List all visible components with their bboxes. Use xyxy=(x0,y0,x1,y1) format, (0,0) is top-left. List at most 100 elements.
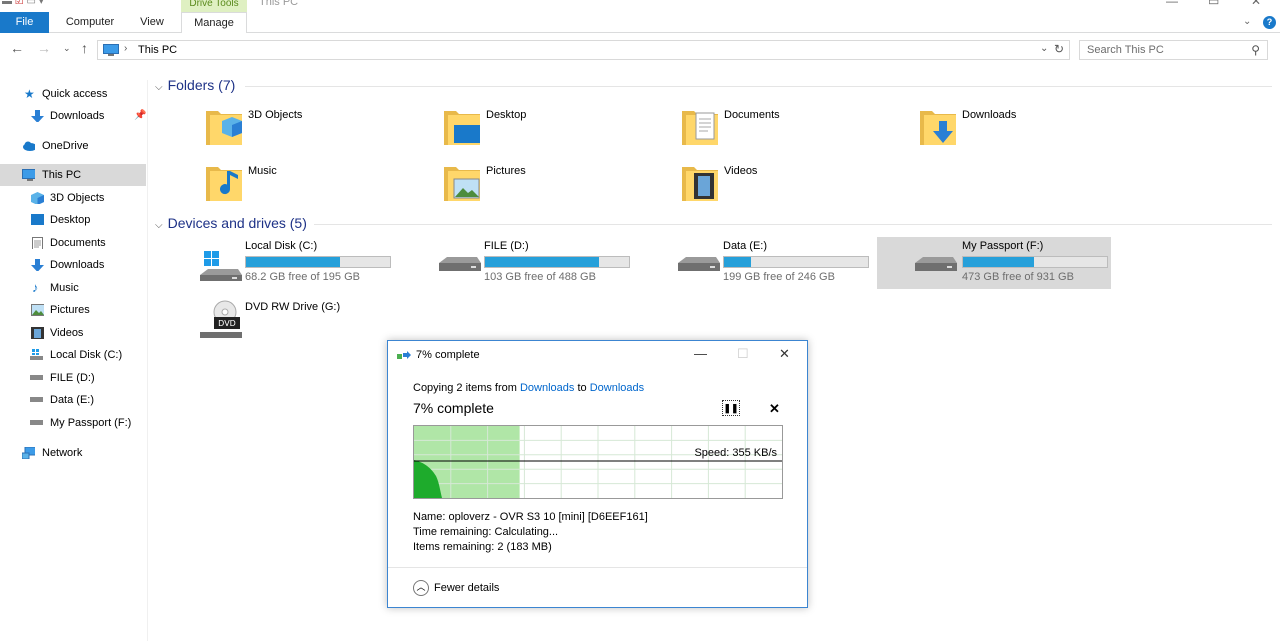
fewer-details-button[interactable]: ︿ Fewer details xyxy=(413,580,499,596)
drive-icon xyxy=(30,397,43,402)
sidebar-item-label: Local Disk (C:) xyxy=(50,349,123,361)
cancel-copy-button[interactable]: ✕ xyxy=(769,401,780,417)
folder-pictures[interactable]: Pictures xyxy=(444,163,674,209)
search-icon: ⚲ xyxy=(1251,43,1260,57)
sidebar-item-desktop[interactable]: Desktop xyxy=(0,209,146,231)
speed-label: Speed: 355 KB/s xyxy=(694,447,777,459)
address-bar[interactable]: › This PC ⌄ ↻ xyxy=(97,40,1070,60)
drive-icon xyxy=(30,375,43,380)
cloud-icon xyxy=(23,141,35,151)
sidebar-item-downloads-pinned[interactable]: Downloads 📌 xyxy=(0,105,146,127)
group-divider xyxy=(245,86,1272,87)
source-link[interactable]: Downloads xyxy=(520,382,574,394)
folder-pictures-icon xyxy=(444,167,480,201)
drive-usage-bar xyxy=(723,256,869,268)
refresh-icon[interactable]: ↻ xyxy=(1054,42,1064,56)
folder-3d-objects-icon xyxy=(206,111,242,145)
sidebar-item-this-pc[interactable]: This PC xyxy=(0,164,146,186)
sidebar-item-label: FILE (D:) xyxy=(50,372,95,384)
collapse-chevron-icon: ⌵ xyxy=(155,82,163,93)
drives-group-header[interactable]: ⌵ Devices and drives (5) xyxy=(155,215,307,231)
desktop-icon xyxy=(31,214,44,225)
drive-local-disk-c[interactable]: Local Disk (C:) 68.2 GB free of 195 GB xyxy=(198,237,432,289)
drive-icon xyxy=(915,257,957,271)
address-dropdown-icon[interactable]: ⌄ xyxy=(1040,43,1048,54)
folder-music-icon xyxy=(206,167,242,201)
fewer-details-label: Fewer details xyxy=(434,581,500,594)
drive-my-passport-f[interactable]: My Passport (F:) 473 GB free of 931 GB xyxy=(877,237,1111,289)
ribbon: ▬ ☑ ▭ ▾ Drive Tools This PC File Compute… xyxy=(0,0,1280,33)
up-arrow-icon[interactable]: ↑ xyxy=(81,40,88,56)
time-remaining-line: Time remaining: Calculating... xyxy=(413,526,559,538)
sidebar-item-label: Pictures xyxy=(50,304,90,316)
sidebar-item-label: Downloads xyxy=(50,259,105,271)
sidebar-item-file-d[interactable]: FILE (D:) xyxy=(0,367,146,389)
dialog-title: 7% complete xyxy=(416,349,480,361)
address-row: ← → ⌄ ↑ › This PC ⌄ ↻ Search This PC ⚲ xyxy=(0,38,1280,64)
drive-free-space: 473 GB free of 931 GB xyxy=(962,271,1074,283)
dialog-minimize-icon[interactable]: — xyxy=(694,346,707,361)
folder-3d-objects[interactable]: 3D Objects xyxy=(206,107,436,153)
group-title: Folders (7) xyxy=(167,77,236,93)
back-arrow-icon[interactable]: ← xyxy=(10,40,24,56)
drive-label: DVD RW Drive (G:) xyxy=(245,301,341,313)
copying-prefix: Copying 2 items from xyxy=(413,382,520,394)
pin-icon[interactable]: 📌 xyxy=(134,105,146,127)
recent-locations-icon[interactable]: ⌄ xyxy=(63,43,71,54)
minimize-icon[interactable]: — xyxy=(1166,0,1178,8)
copy-icon xyxy=(397,351,411,359)
pause-button[interactable]: ❚❚ xyxy=(722,400,740,416)
search-input[interactable]: Search This PC ⚲ xyxy=(1079,40,1268,60)
folder-music[interactable]: Music xyxy=(206,163,436,209)
qat-icons[interactable]: ▬ ☑ ▭ ▾ xyxy=(2,0,44,7)
help-icon[interactable]: ? xyxy=(1263,16,1276,29)
drive-file-d[interactable]: FILE (D:) 103 GB free of 488 GB xyxy=(437,237,671,289)
drive-usage-fill xyxy=(246,257,340,267)
folder-downloads[interactable]: Downloads xyxy=(920,107,1150,153)
folders-group-header[interactable]: ⌵ Folders (7) xyxy=(155,77,235,93)
sidebar-item-label: OneDrive xyxy=(42,140,89,152)
sidebar-item-my-passport-f[interactable]: My Passport (F:) xyxy=(0,412,146,434)
sidebar-item-label: Desktop xyxy=(50,214,91,226)
ribbon-expand-icon[interactable]: ⌄ xyxy=(1243,16,1251,27)
dialog-close-icon[interactable]: ✕ xyxy=(779,346,790,362)
maximize-icon[interactable]: ▭ xyxy=(1208,0,1219,8)
copy-progress-dialog: 7% complete — ☐ ✕ Copying 2 items from D… xyxy=(387,340,808,608)
sidebar-item-data-e[interactable]: Data (E:) xyxy=(0,389,146,411)
drive-label: My Passport (F:) xyxy=(962,240,1044,252)
folder-documents[interactable]: Documents xyxy=(682,107,912,153)
sidebar-item-downloads[interactable]: Downloads xyxy=(0,254,146,276)
drive-data-e[interactable]: Data (E:) 199 GB free of 246 GB xyxy=(676,237,910,289)
window-title: This PC xyxy=(259,0,299,8)
close-icon[interactable]: ✕ xyxy=(1251,0,1261,8)
sidebar-item-network[interactable]: Network xyxy=(0,442,146,464)
sidebar-item-videos[interactable]: Videos xyxy=(0,322,146,344)
folder-desktop[interactable]: Desktop xyxy=(444,107,674,153)
folder-videos[interactable]: Videos xyxy=(682,163,912,209)
sidebar-item-3d-objects[interactable]: 3D Objects xyxy=(0,187,146,209)
tab-computer[interactable]: Computer xyxy=(57,12,123,33)
destination-link[interactable]: Downloads xyxy=(590,382,644,394)
sidebar-item-music[interactable]: ♪ Music xyxy=(0,277,146,299)
drive-free-space: 199 GB free of 246 GB xyxy=(723,271,835,283)
sidebar-item-documents[interactable]: Documents xyxy=(0,232,146,254)
sidebar-item-quick-access[interactable]: ★ Quick access xyxy=(0,83,146,105)
tab-manage[interactable]: Manage xyxy=(181,12,247,33)
drive-tools-label: Drive Tools xyxy=(181,0,247,12)
dialog-divider xyxy=(388,567,807,568)
sidebar-item-pictures[interactable]: Pictures xyxy=(0,299,146,321)
dvd-drive-icon: DVD xyxy=(200,300,242,338)
drive-usage-bar xyxy=(484,256,630,268)
sidebar-item-label: Documents xyxy=(50,237,106,249)
tab-view[interactable]: View xyxy=(131,12,173,33)
forward-arrow-icon[interactable]: → xyxy=(37,40,51,56)
sidebar-item-onedrive[interactable]: OneDrive xyxy=(0,135,146,157)
file-name-line: Name: oploverz - OVR S3 10 [mini] [D6EEF… xyxy=(413,511,648,523)
drive-free-space: 103 GB free of 488 GB xyxy=(484,271,596,283)
sidebar-item-label: Downloads xyxy=(50,110,105,122)
sidebar-item-local-disk-c[interactable]: Local Disk (C:) xyxy=(0,344,146,366)
computer-icon xyxy=(103,44,119,56)
folder-label: Documents xyxy=(724,109,780,121)
drive-icon xyxy=(678,257,720,271)
tab-file[interactable]: File xyxy=(0,12,49,33)
